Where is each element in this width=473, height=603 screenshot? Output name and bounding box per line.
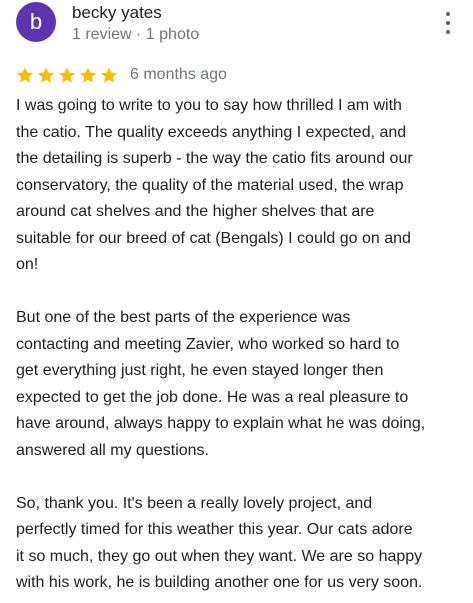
reviewer-meta: 1 review · 1 photo — [72, 26, 200, 43]
more-vertical-icon — [446, 12, 450, 16]
rating-row: 6 months ago — [16, 64, 227, 86]
review-text: I was going to write to you to say how t… — [16, 93, 468, 597]
reviewer-name[interactable]: becky yates — [72, 3, 162, 23]
star-icon — [100, 67, 118, 83]
review-paragraph: But one of the best parts of the experie… — [16, 309, 426, 459]
more-options-button[interactable] — [440, 12, 456, 34]
star-rating — [16, 66, 121, 84]
review-card: b becky yates 1 review · 1 photo 6 month… — [0, 0, 473, 603]
review-date: 6 months ago — [130, 66, 227, 83]
avatar[interactable]: b — [16, 2, 56, 42]
review-paragraph: I was going to write to you to say how t… — [16, 97, 413, 273]
star-icon — [37, 67, 55, 83]
star-icon — [79, 67, 97, 83]
star-icon — [16, 67, 34, 83]
review-paragraph: So, thank you. It's been a really lovely… — [16, 494, 423, 592]
star-icon — [58, 67, 76, 83]
